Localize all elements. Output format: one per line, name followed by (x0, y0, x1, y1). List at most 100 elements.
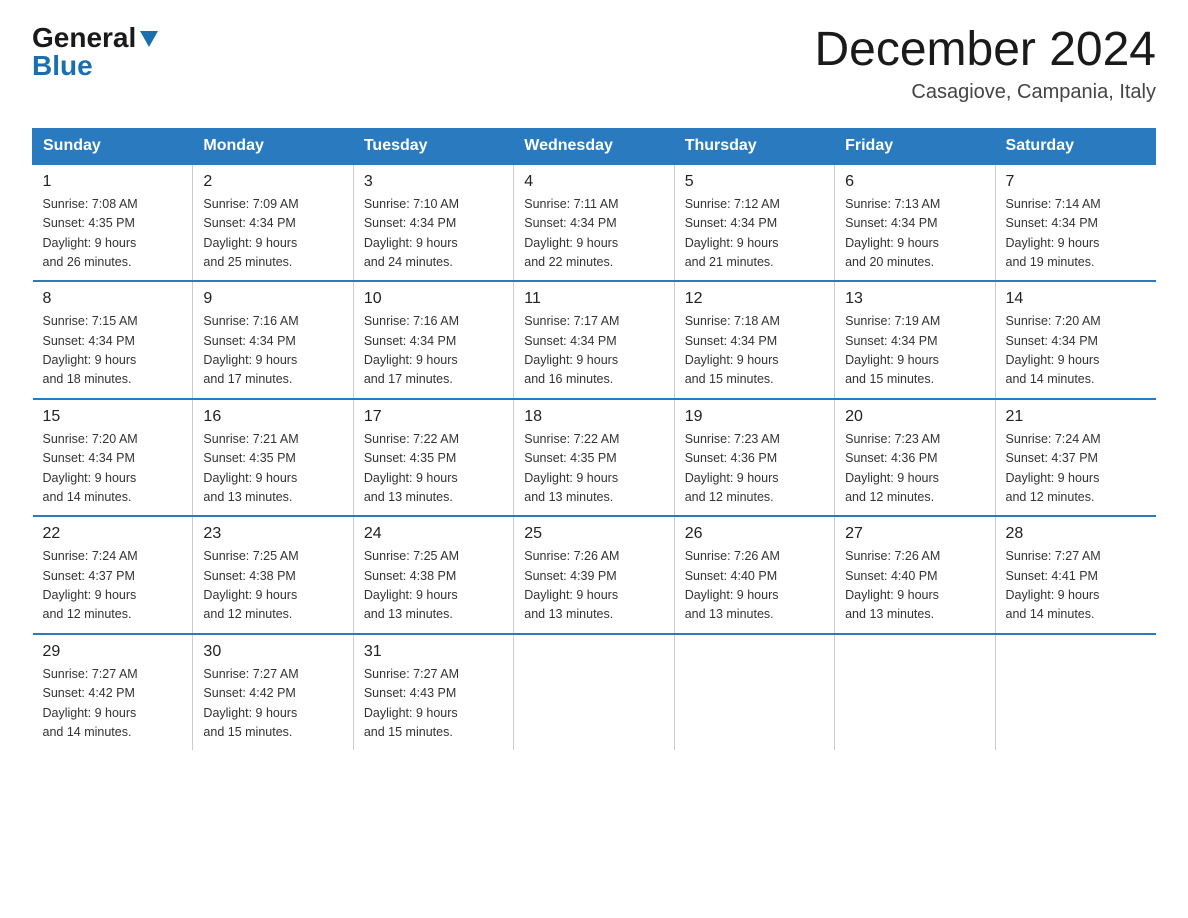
calendar-cell: 14 Sunrise: 7:20 AMSunset: 4:34 PMDayligh… (995, 281, 1155, 399)
day-number: 30 (203, 643, 342, 661)
day-info: Sunrise: 7:22 AMSunset: 4:35 PMDaylight:… (364, 430, 503, 508)
day-info: Sunrise: 7:14 AMSunset: 4:34 PMDaylight:… (1006, 195, 1146, 273)
calendar-cell: 27Sunrise: 7:26 AMSunset: 4:40 PMDayligh… (835, 516, 995, 634)
calendar-cell: 26 Sunrise: 7:26 AMSunset: 4:40 PMDayligh… (674, 516, 834, 634)
calendar-week-row: 1 Sunrise: 7:08 AMSunset: 4:35 PMDaylight… (33, 164, 1156, 282)
header-row: Sunday Monday Tuesday Wednesday Thursday… (33, 128, 1156, 164)
header-tuesday: Tuesday (353, 128, 513, 164)
calendar-cell: 22Sunrise: 7:24 AMSunset: 4:37 PMDayligh… (33, 516, 193, 634)
header-thursday: Thursday (674, 128, 834, 164)
day-info: Sunrise: 7:25 AMSunset: 4:38 PMDaylight:… (203, 547, 342, 625)
header-monday: Monday (193, 128, 353, 164)
day-info: Sunrise: 7:16 AMSunset: 4:34 PMDaylight:… (364, 312, 503, 390)
calendar-cell: 10 Sunrise: 7:16 AMSunset: 4:34 PMDayligh… (353, 281, 513, 399)
day-info: Sunrise: 7:24 AMSunset: 4:37 PMDaylight:… (1006, 430, 1146, 508)
day-info: Sunrise: 7:10 AMSunset: 4:34 PMDaylight:… (364, 195, 503, 273)
day-info: Sunrise: 7:13 AMSunset: 4:34 PMDaylight:… (845, 195, 984, 273)
calendar-cell: 3 Sunrise: 7:10 AMSunset: 4:34 PMDaylight… (353, 164, 513, 282)
day-number: 6 (845, 173, 984, 191)
logo-blue-row: Blue (32, 52, 93, 80)
day-info: Sunrise: 7:21 AMSunset: 4:35 PMDaylight:… (203, 430, 342, 508)
calendar-cell: 15Sunrise: 7:20 AMSunset: 4:34 PMDayligh… (33, 399, 193, 517)
calendar-week-row: 8 Sunrise: 7:15 AMSunset: 4:34 PMDaylight… (33, 281, 1156, 399)
calendar-week-row: 22Sunrise: 7:24 AMSunset: 4:37 PMDayligh… (33, 516, 1156, 634)
day-info: Sunrise: 7:20 AMSunset: 4:34 PMDaylight:… (1006, 312, 1146, 390)
calendar-cell: 1 Sunrise: 7:08 AMSunset: 4:35 PMDaylight… (33, 164, 193, 282)
day-number: 22 (43, 525, 183, 543)
day-number: 27 (845, 525, 984, 543)
day-number: 21 (1006, 408, 1146, 426)
calendar-cell: 5Sunrise: 7:12 AMSunset: 4:34 PMDaylight… (674, 164, 834, 282)
day-number: 10 (364, 290, 503, 308)
calendar-cell (835, 634, 995, 751)
day-number: 24 (364, 525, 503, 543)
calendar-cell: 19 Sunrise: 7:23 AMSunset: 4:36 PMDayligh… (674, 399, 834, 517)
day-info: Sunrise: 7:25 AMSunset: 4:38 PMDaylight:… (364, 547, 503, 625)
day-number: 25 (524, 525, 663, 543)
day-info: Sunrise: 7:11 AMSunset: 4:34 PMDaylight:… (524, 195, 663, 273)
header-sunday: Sunday (33, 128, 193, 164)
calendar-cell: 6 Sunrise: 7:13 AMSunset: 4:34 PMDaylight… (835, 164, 995, 282)
day-number: 29 (43, 643, 183, 661)
calendar-cell: 13Sunrise: 7:19 AMSunset: 4:34 PMDayligh… (835, 281, 995, 399)
day-number: 12 (685, 290, 824, 308)
calendar-cell (514, 634, 674, 751)
day-info: Sunrise: 7:23 AMSunset: 4:36 PMDaylight:… (845, 430, 984, 508)
calendar-cell: 11 Sunrise: 7:17 AMSunset: 4:34 PMDayligh… (514, 281, 674, 399)
calendar-cell: 29Sunrise: 7:27 AMSunset: 4:42 PMDayligh… (33, 634, 193, 751)
day-number: 20 (845, 408, 984, 426)
day-number: 26 (685, 525, 824, 543)
calendar-cell: 7 Sunrise: 7:14 AMSunset: 4:34 PMDaylight… (995, 164, 1155, 282)
calendar-cell: 17Sunrise: 7:22 AMSunset: 4:35 PMDayligh… (353, 399, 513, 517)
calendar-cell: 24 Sunrise: 7:25 AMSunset: 4:38 PMDayligh… (353, 516, 513, 634)
day-info: Sunrise: 7:23 AMSunset: 4:36 PMDaylight:… (685, 430, 824, 508)
day-info: Sunrise: 7:26 AMSunset: 4:40 PMDaylight:… (685, 547, 824, 625)
calendar-week-row: 29 Sunrise: 7:27 AMSunset: 4:42 PMDayligh… (33, 634, 1156, 751)
day-number: 14 (1006, 290, 1146, 308)
day-info: Sunrise: 7:27 AMSunset: 4:43 PMDaylight:… (364, 665, 503, 743)
day-info: Sunrise: 7:08 AMSunset: 4:35 PMDaylight:… (43, 195, 183, 273)
logo-triangle-icon (140, 31, 158, 47)
calendar-cell: 25 Sunrise: 7:26 AMSunset: 4:39 PMDayligh… (514, 516, 674, 634)
day-number: 18 (524, 408, 663, 426)
day-info: Sunrise: 7:20 AMSunset: 4:34 PMDaylight:… (43, 430, 183, 508)
calendar-week-row: 15Sunrise: 7:20 AMSunset: 4:34 PMDayligh… (33, 399, 1156, 517)
day-number: 2 (203, 173, 342, 191)
calendar-cell: 8 Sunrise: 7:15 AMSunset: 4:34 PMDaylight… (33, 281, 193, 399)
day-info: Sunrise: 7:15 AMSunset: 4:34 PMDaylight:… (43, 312, 183, 390)
day-info: Sunrise: 7:17 AMSunset: 4:34 PMDaylight:… (524, 312, 663, 390)
day-number: 8 (43, 290, 183, 308)
header-saturday: Saturday (995, 128, 1155, 164)
day-number: 28 (1006, 525, 1146, 543)
day-number: 31 (364, 643, 503, 661)
calendar-cell: 4 Sunrise: 7:11 AMSunset: 4:34 PMDaylight… (514, 164, 674, 282)
day-number: 11 (524, 290, 663, 308)
calendar-body: 1 Sunrise: 7:08 AMSunset: 4:35 PMDaylight… (33, 164, 1156, 751)
calendar-cell: 28 Sunrise: 7:27 AMSunset: 4:41 PMDayligh… (995, 516, 1155, 634)
day-number: 23 (203, 525, 342, 543)
calendar-cell: 31 Sunrise: 7:27 AMSunset: 4:43 PMDayligh… (353, 634, 513, 751)
day-info: Sunrise: 7:19 AMSunset: 4:34 PMDaylight:… (845, 312, 984, 390)
logo: General Blue (32, 24, 158, 80)
header-friday: Friday (835, 128, 995, 164)
day-number: 7 (1006, 173, 1146, 191)
calendar-cell: 18 Sunrise: 7:22 AMSunset: 4:35 PMDayligh… (514, 399, 674, 517)
day-info: Sunrise: 7:22 AMSunset: 4:35 PMDaylight:… (524, 430, 663, 508)
month-title: December 2024 (814, 24, 1156, 77)
calendar-cell: 16Sunrise: 7:21 AMSunset: 4:35 PMDayligh… (193, 399, 353, 517)
calendar-cell: 21 Sunrise: 7:24 AMSunset: 4:37 PMDayligh… (995, 399, 1155, 517)
day-number: 19 (685, 408, 824, 426)
day-number: 9 (203, 290, 342, 308)
day-info: Sunrise: 7:27 AMSunset: 4:41 PMDaylight:… (1006, 547, 1146, 625)
day-info: Sunrise: 7:27 AMSunset: 4:42 PMDaylight:… (203, 665, 342, 743)
day-number: 3 (364, 173, 503, 191)
day-number: 4 (524, 173, 663, 191)
calendar-header: Sunday Monday Tuesday Wednesday Thursday… (33, 128, 1156, 164)
calendar-cell (995, 634, 1155, 751)
day-number: 1 (43, 173, 183, 191)
title-section: December 2024 Casagiove, Campania, Italy (814, 24, 1156, 104)
calendar-cell: 23 Sunrise: 7:25 AMSunset: 4:38 PMDayligh… (193, 516, 353, 634)
logo-general-row: General (32, 24, 158, 52)
day-info: Sunrise: 7:26 AMSunset: 4:39 PMDaylight:… (524, 547, 663, 625)
location-subtitle: Casagiove, Campania, Italy (814, 81, 1156, 104)
